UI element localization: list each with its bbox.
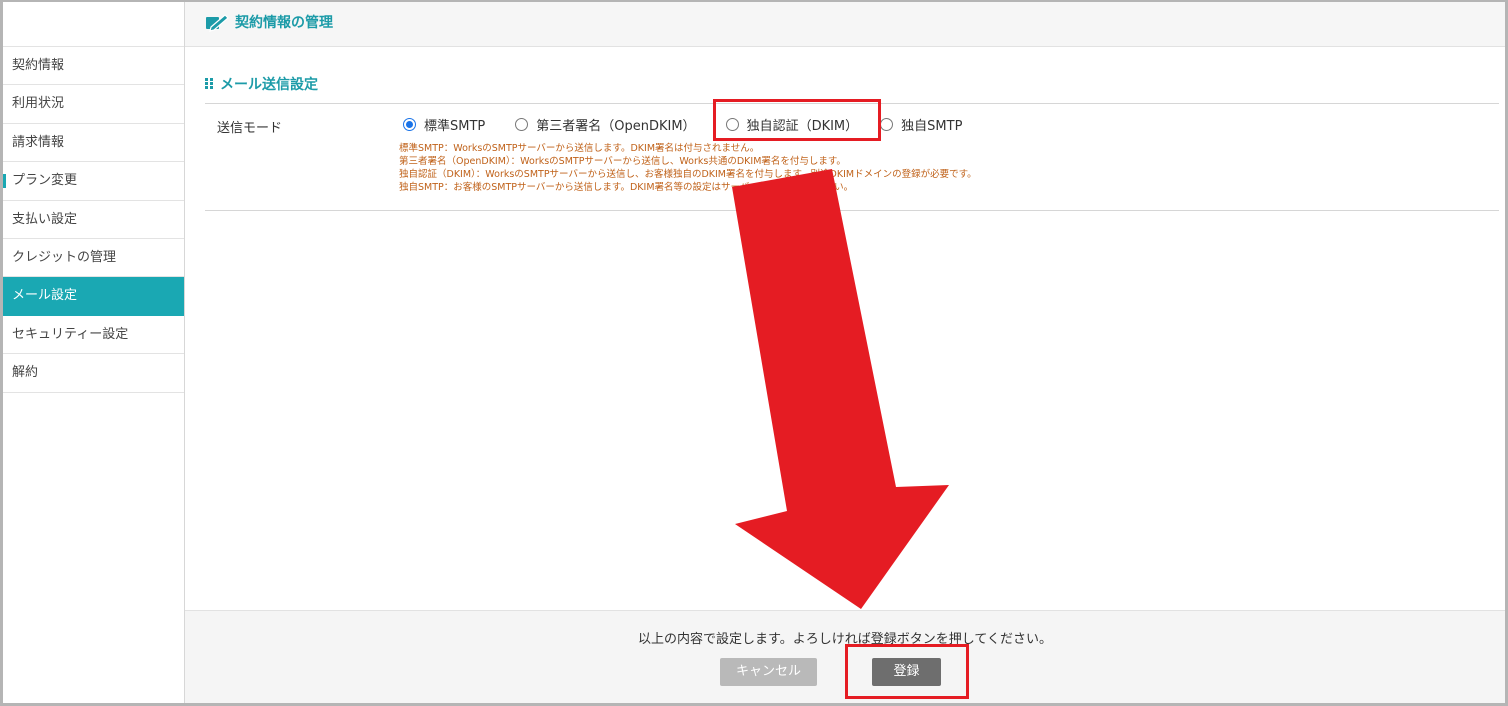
arrow-down-icon	[732, 169, 949, 609]
app-window: 契約情報の管理 契約情報 利用状況 請求情報 プラン変更 支払い設定 クレジット…	[0, 0, 1508, 706]
